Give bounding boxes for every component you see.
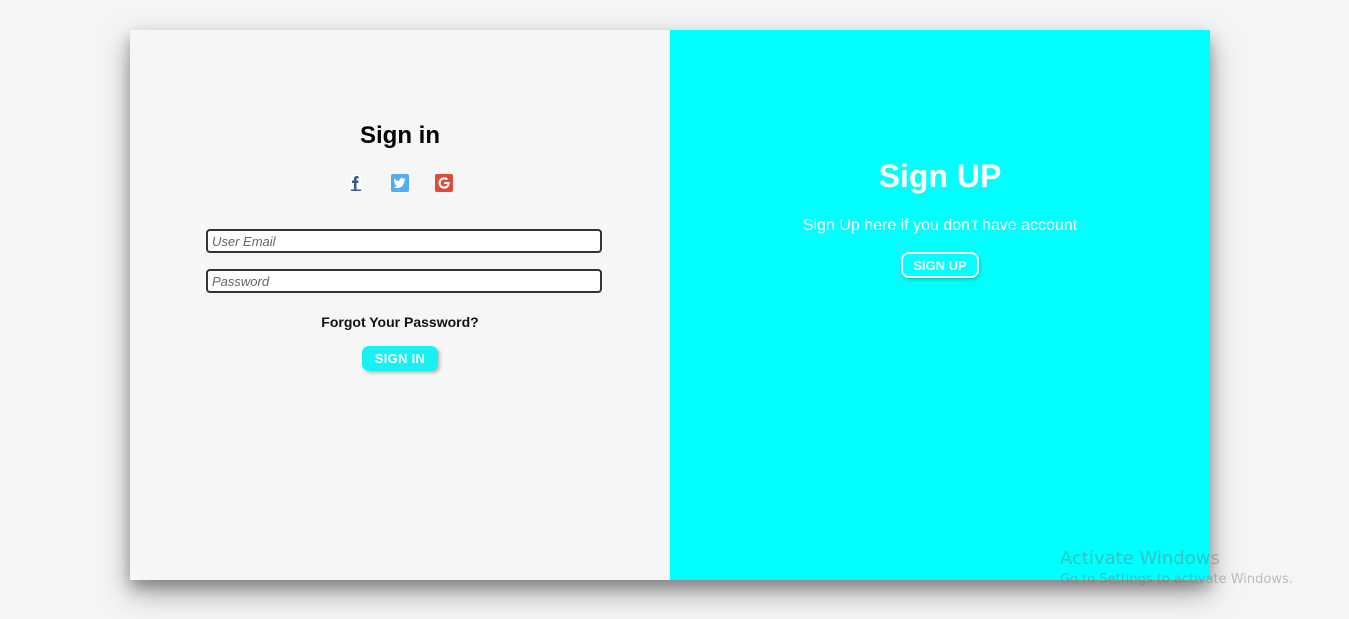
signup-description: Sign Up here if you don't have account bbox=[802, 217, 1078, 234]
social-login-row bbox=[130, 174, 670, 192]
signin-title: Sign in bbox=[360, 122, 440, 149]
signup-button[interactable]: SIGN UP bbox=[901, 252, 979, 278]
auth-card: Sign in User Email Forgot Your Password?… bbox=[130, 30, 1210, 580]
activate-windows-watermark: Activate Windows Go to Settings to activ… bbox=[1060, 548, 1293, 587]
forgot-password-link[interactable]: Forgot Your Password? bbox=[130, 314, 670, 330]
signup-title: Sign UP bbox=[878, 158, 1002, 194]
facebook-icon[interactable] bbox=[347, 174, 365, 192]
twitter-icon[interactable] bbox=[391, 174, 409, 192]
signin-button[interactable]: SIGN IN bbox=[362, 346, 438, 371]
watermark-subtitle: Go to Settings to activate Windows. bbox=[1060, 572, 1293, 587]
signup-panel: Sign UP Sign Up here if you don't have a… bbox=[670, 30, 1210, 580]
email-input[interactable] bbox=[206, 229, 602, 253]
watermark-title: Activate Windows bbox=[1060, 548, 1220, 569]
google-plus-icon[interactable] bbox=[435, 174, 453, 192]
signin-panel: Sign in User Email Forgot Your Password?… bbox=[130, 30, 670, 580]
password-input[interactable] bbox=[206, 269, 602, 293]
